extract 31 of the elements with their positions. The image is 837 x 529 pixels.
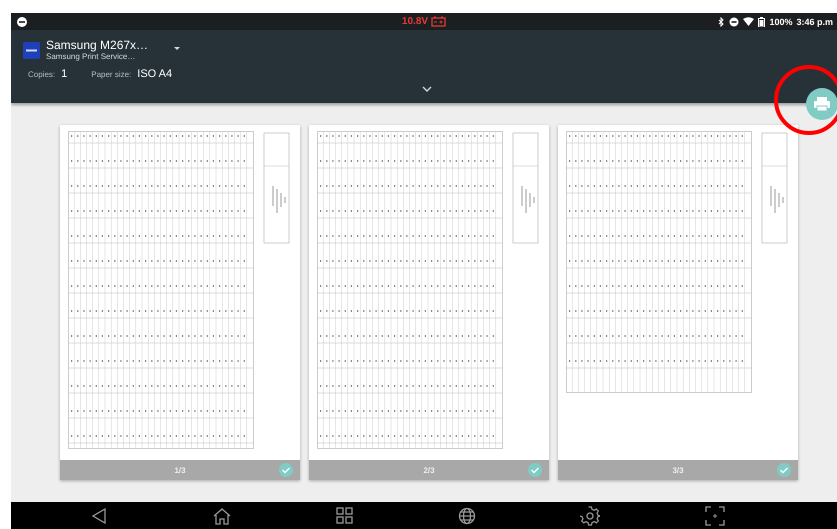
clock-time: 3:46 p.m xyxy=(796,16,833,26)
bluetooth-icon xyxy=(717,16,726,26)
home-icon[interactable] xyxy=(212,506,232,524)
page-select-check-icon[interactable] xyxy=(528,463,542,477)
option-label: Copies: xyxy=(28,70,56,79)
settings-gear-icon[interactable] xyxy=(580,506,600,526)
page-select-check-icon[interactable] xyxy=(777,463,791,477)
page-number: 2/3 xyxy=(423,466,435,474)
option-value[interactable]: 1 xyxy=(61,68,68,80)
car-battery-icon xyxy=(431,16,446,27)
screenshot-frame-icon[interactable] xyxy=(704,506,725,526)
do-not-disturb-icon xyxy=(729,16,740,26)
battery-percent: 100% xyxy=(769,16,792,26)
page-select-check-icon[interactable] xyxy=(279,463,293,477)
printer-logo-icon xyxy=(23,42,40,59)
printer-name[interactable]: Samsung M267x… xyxy=(46,39,148,52)
page-number: 3/3 xyxy=(672,466,684,474)
battery-icon xyxy=(758,16,766,26)
apps-grid-icon[interactable] xyxy=(336,507,354,524)
back-icon[interactable] xyxy=(91,506,108,524)
expand-chevron-icon[interactable] xyxy=(422,86,432,92)
print-button[interactable] xyxy=(806,88,837,120)
page-number: 1/3 xyxy=(174,466,186,474)
option-value[interactable]: ISO A4 xyxy=(137,68,172,80)
print-service-name: Samsung Print Service… xyxy=(46,52,136,62)
app-icon xyxy=(17,16,27,26)
dropdown-caret-icon[interactable] xyxy=(174,47,180,50)
option-label: Paper size: xyxy=(91,70,132,79)
voltage-reading: 10.8V xyxy=(402,16,428,27)
globe-icon[interactable] xyxy=(458,506,476,524)
wifi-icon xyxy=(743,16,754,26)
